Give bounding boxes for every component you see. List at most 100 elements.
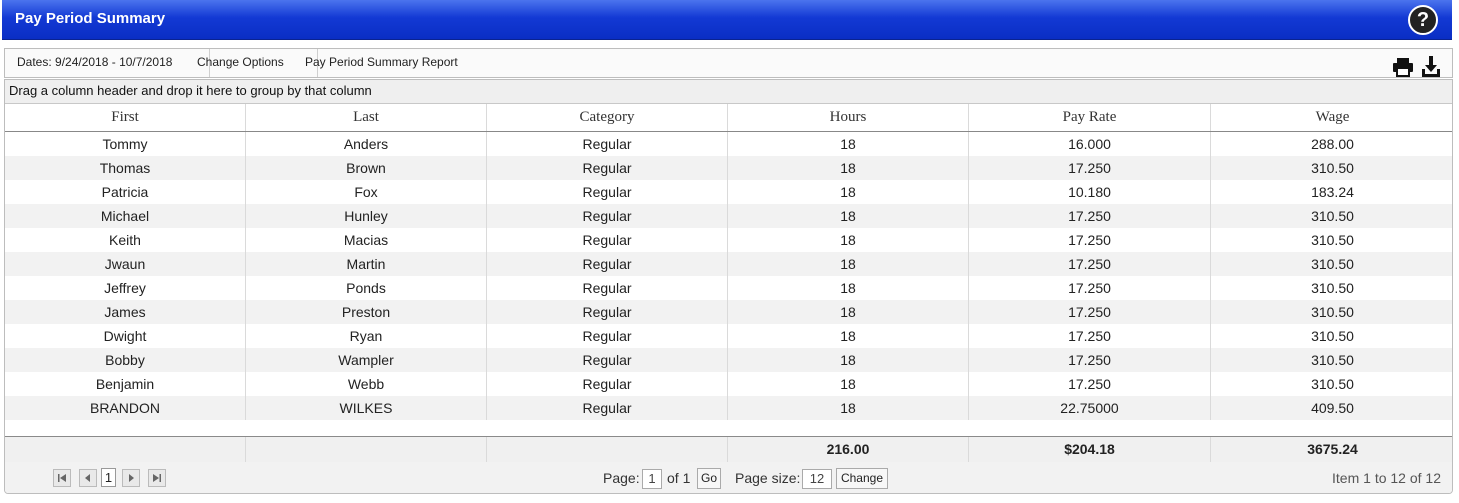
first-page-button[interactable] — [53, 469, 71, 487]
table-row[interactable]: Dwight Ryan Regular 18 17.250 310.50 — [5, 324, 1452, 348]
first-page-icon — [58, 474, 66, 482]
cell-pay-rate: 17.250 — [969, 204, 1211, 228]
cell-category: Regular — [487, 228, 728, 252]
cell-wage: 310.50 — [1311, 232, 1354, 248]
date-range-label: Dates: 9/24/2018 - 10/7/2018 — [5, 49, 210, 77]
cell-wage: 310.50 — [1311, 280, 1354, 296]
item-range-label: Item 1 to 12 of 12 — [1332, 470, 1441, 486]
cell-last: Wampler — [246, 348, 487, 372]
cell-wage: 310.50 — [1311, 328, 1354, 344]
cell-category: Regular — [487, 180, 728, 204]
cell-category: Regular — [487, 324, 728, 348]
next-page-icon — [129, 474, 134, 482]
total-wage: 3675.24 — [1307, 441, 1358, 457]
table-row[interactable]: Jwaun Martin Regular 18 17.250 310.50 — [5, 252, 1452, 276]
cell-last: Preston — [246, 300, 487, 324]
cell-hours: 18 — [728, 276, 969, 300]
cell-last: Ponds — [246, 276, 487, 300]
cell-category: Regular — [487, 276, 728, 300]
total-last — [246, 437, 487, 462]
column-header-wage[interactable]: Wage — [1211, 104, 1452, 131]
cell-last: Brown — [246, 156, 487, 180]
column-header-pay-rate[interactable]: Pay Rate — [969, 104, 1211, 131]
cell-first: Dwight — [5, 324, 246, 348]
column-header-category[interactable]: Category — [487, 104, 728, 131]
table-row[interactable]: Keith Macias Regular 18 17.250 310.50 — [5, 228, 1452, 252]
cell-category: Regular — [487, 300, 728, 324]
cell-wage: 310.50 — [1311, 376, 1354, 392]
cell-first: James — [5, 300, 246, 324]
cell-wage: 183.24 — [1311, 184, 1354, 200]
page-size-input[interactable]: 12 — [802, 469, 832, 489]
column-header-last[interactable]: Last — [246, 104, 487, 131]
page-input[interactable]: 1 — [642, 469, 662, 489]
table-row[interactable]: Patricia Fox Regular 18 10.180 183.24 — [5, 180, 1452, 204]
next-page-button[interactable] — [122, 469, 140, 487]
cell-hours: 18 — [728, 396, 969, 420]
column-header-hours[interactable]: Hours — [728, 104, 969, 131]
cell-pay-rate: 10.180 — [969, 180, 1211, 204]
cell-pay-rate: 17.250 — [969, 372, 1211, 396]
cell-hours: 18 — [728, 324, 969, 348]
cell-last: Webb — [246, 372, 487, 396]
table-row[interactable]: Tommy Anders Regular 18 16.000 288.00 — [5, 132, 1452, 156]
previous-page-button[interactable] — [79, 469, 97, 487]
cell-last: Macias — [246, 228, 487, 252]
cell-pay-rate: 22.75000 — [969, 396, 1211, 420]
cell-pay-rate: 17.250 — [969, 300, 1211, 324]
cell-hours: 18 — [728, 252, 969, 276]
report-title-label[interactable]: Pay Period Summary Report — [293, 49, 470, 77]
cell-hours: 18 — [728, 180, 969, 204]
download-icon[interactable] — [1420, 55, 1442, 77]
grid-header: First Last Category Hours Pay Rate Wage — [5, 104, 1452, 132]
current-page-number[interactable]: 1 — [101, 468, 116, 487]
summary-grid: Drag a column header and drop it here to… — [4, 79, 1453, 494]
cell-pay-rate: 17.250 — [969, 156, 1211, 180]
cell-category: Regular — [487, 348, 728, 372]
page-title: Pay Period Summary — [15, 10, 166, 27]
cell-last: Martin — [246, 252, 487, 276]
help-icon[interactable]: ? — [1408, 5, 1438, 35]
cell-wage: 310.50 — [1311, 208, 1354, 224]
go-button[interactable]: Go — [697, 468, 721, 489]
report-toolbar: Dates: 9/24/2018 - 10/7/2018 Change Opti… — [4, 48, 1453, 78]
cell-pay-rate: 16.000 — [969, 132, 1211, 156]
cell-first: Bobby — [5, 348, 246, 372]
table-row[interactable]: BRANDON WILKES Regular 18 22.75000 409.50 — [5, 396, 1452, 420]
print-icon[interactable] — [1392, 57, 1414, 77]
cell-wage: 310.50 — [1311, 160, 1354, 176]
cell-first: Michael — [5, 204, 246, 228]
table-row[interactable]: Jeffrey Ponds Regular 18 17.250 310.50 — [5, 276, 1452, 300]
grid-totals-row: 216.00 $204.18 3675.24 — [5, 436, 1452, 463]
change-page-size-button[interactable]: Change — [836, 468, 888, 489]
total-first — [5, 437, 246, 462]
cell-category: Regular — [487, 252, 728, 276]
cell-first: Patricia — [5, 180, 246, 204]
cell-pay-rate: 17.250 — [969, 348, 1211, 372]
cell-hours: 18 — [728, 348, 969, 372]
last-page-button[interactable] — [148, 469, 166, 487]
cell-hours: 18 — [728, 156, 969, 180]
last-page-icon — [153, 474, 161, 482]
cell-wage: 310.50 — [1311, 352, 1354, 368]
title-bar: Pay Period Summary ? — [2, 0, 1452, 40]
total-category — [487, 437, 728, 462]
table-row[interactable]: James Preston Regular 18 17.250 310.50 — [5, 300, 1452, 324]
cell-hours: 18 — [728, 300, 969, 324]
table-row[interactable]: Thomas Brown Regular 18 17.250 310.50 — [5, 156, 1452, 180]
cell-category: Regular — [487, 156, 728, 180]
pager: 1 Page: 1 of 1 Go Page size: 12 Change I… — [5, 462, 1452, 493]
cell-hours: 18 — [728, 204, 969, 228]
cell-first: Jeffrey — [5, 276, 246, 300]
group-by-drop-area[interactable]: Drag a column header and drop it here to… — [5, 80, 1452, 104]
cell-first: Jwaun — [5, 252, 246, 276]
table-row[interactable]: Benjamin Webb Regular 18 17.250 310.50 — [5, 372, 1452, 396]
page-label: Page: — [603, 470, 640, 486]
column-header-first[interactable]: First — [5, 104, 246, 131]
cell-first: BRANDON — [5, 396, 246, 420]
cell-first: Keith — [5, 228, 246, 252]
table-row[interactable]: Bobby Wampler Regular 18 17.250 310.50 — [5, 348, 1452, 372]
table-row[interactable]: Michael Hunley Regular 18 17.250 310.50 — [5, 204, 1452, 228]
cell-first: Tommy — [5, 132, 246, 156]
cell-hours: 18 — [728, 372, 969, 396]
